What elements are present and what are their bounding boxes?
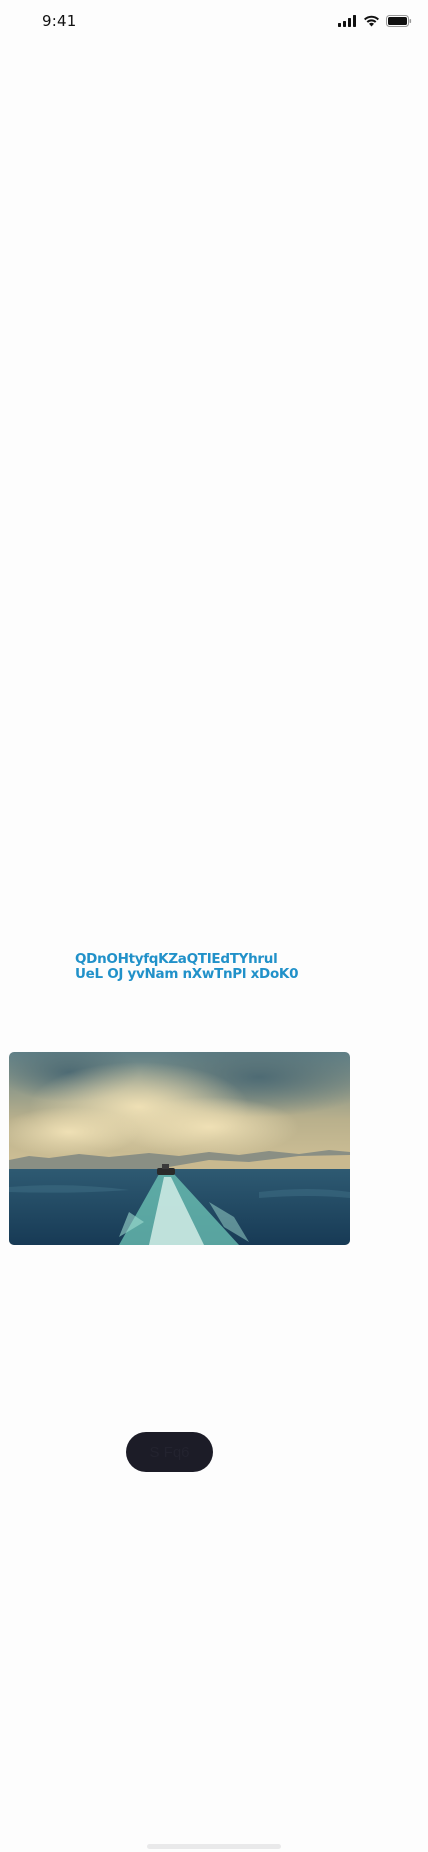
status-icons	[338, 14, 412, 28]
hero-image	[9, 1052, 350, 1245]
landscape-photo-icon	[9, 1052, 350, 1245]
status-bar: 9:41	[0, 0, 428, 44]
signal-icon	[338, 15, 356, 27]
status-time: 9:41	[42, 12, 77, 30]
headline-text: QDnOHtyfqKZaQTIEdTYhrul UeL OJ yvNam nXw…	[75, 951, 299, 982]
battery-icon	[386, 15, 412, 27]
home-indicator[interactable]	[147, 1844, 281, 1849]
wifi-icon	[364, 15, 379, 27]
cta-button[interactable]: S Fq6	[126, 1432, 213, 1472]
